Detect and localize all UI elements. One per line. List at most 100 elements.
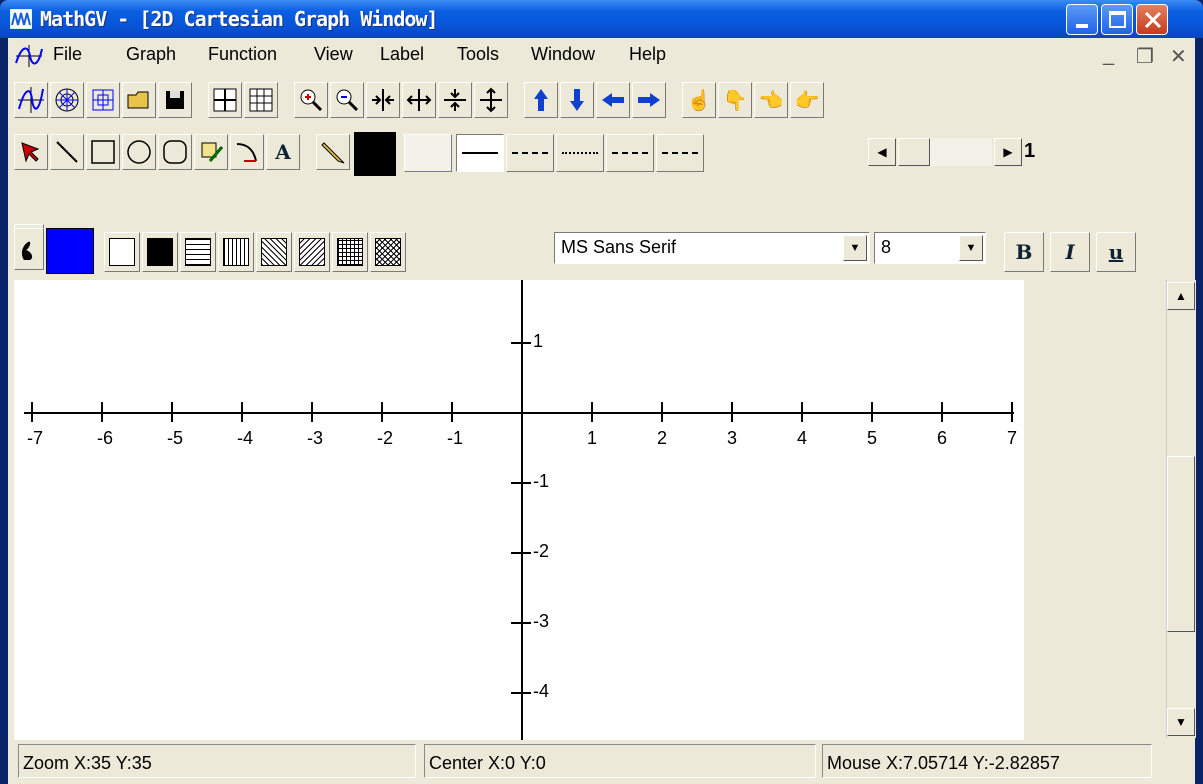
rectangle-tool-button[interactable] [86,134,120,170]
italic-icon: I [1065,240,1075,264]
line-style-dash[interactable] [506,134,554,172]
pattern-diagcross[interactable] [370,232,406,272]
hand-right-button[interactable]: 👉 [790,82,824,118]
rounded-rect-icon [163,140,187,164]
pan-left-button[interactable] [596,82,630,118]
fill-color-swatch[interactable] [46,228,94,274]
new-3d-graph-button[interactable] [86,82,120,118]
grid-labels-button[interactable] [244,82,278,118]
y-tick [511,342,531,344]
scroll-up-button[interactable]: ▲ [1167,282,1195,310]
x-tick [451,402,453,422]
menu-graph[interactable]: Graph [126,44,176,65]
italic-button[interactable]: I [1050,232,1090,272]
mdi-minimize-button[interactable]: _ [1103,44,1114,67]
status-zoom: Zoom X:35 Y:35 [18,744,416,778]
select-tool-button[interactable] [14,134,48,170]
line-style-dashdot[interactable] [606,134,654,172]
y-shrink-button[interactable] [438,82,472,118]
line-tool-button[interactable] [50,134,84,170]
x-tick-label: -3 [307,428,324,448]
menu-tools[interactable]: Tools [457,44,499,65]
title-bar[interactable]: MathGV - [2D Cartesian Graph Window] [0,0,1203,38]
zoom-out-button[interactable] [330,82,364,118]
zoom-in-icon [300,89,323,112]
fill-tool-button[interactable] [14,228,44,270]
x-tick [171,402,173,422]
maximize-button[interactable] [1101,4,1133,35]
width-increase-button[interactable]: ▶ [994,138,1022,166]
menu-view[interactable]: View [314,44,353,65]
minimize-button[interactable] [1066,4,1098,35]
x-tick [101,402,103,422]
chevron-down-icon[interactable]: ▼ [843,235,867,261]
curve-tool-button[interactable] [230,134,264,170]
select-arrow-icon [21,142,40,163]
line-style-solid[interactable] [456,134,504,172]
x-tick-label: -2 [377,428,394,448]
close-icon [1144,11,1162,29]
line-style-dashdotdot[interactable] [656,134,704,172]
x-tick [311,402,313,422]
x-tick [31,402,33,422]
pencil-tool-button[interactable] [316,134,350,170]
width-scroll-track[interactable] [930,138,992,166]
x-expand-button[interactable] [402,82,436,118]
pattern-solid[interactable] [142,232,178,272]
window-title: MathGV - [2D Cartesian Graph Window] [40,7,438,31]
font-size-select[interactable]: 8 ▼ [874,232,986,264]
menu-function[interactable]: Function [208,44,277,65]
open-button[interactable] [122,82,156,118]
mdi-child-icon[interactable] [14,43,44,69]
underline-button[interactable]: u [1096,232,1136,272]
new-polar-graph-button[interactable] [50,82,84,118]
y-axis [521,280,523,740]
pan-down-icon [570,89,584,111]
bold-button[interactable]: B [1004,232,1044,272]
scroll-down-button[interactable]: ▼ [1167,708,1195,736]
vertical-scrollbar[interactable]: ▲ ▼ [1166,280,1196,738]
x-tick [871,402,873,422]
menu-window[interactable]: Window [531,44,595,65]
zoom-in-button[interactable] [294,82,328,118]
grid-icon [213,88,237,112]
pattern-horizontal[interactable] [180,232,216,272]
pattern-cross[interactable] [332,232,368,272]
mdi-restore-button[interactable]: ❐ [1136,44,1154,69]
graph-canvas[interactable]: -7 -6 -5 -4 -3 -2 -1 1 2 3 4 5 6 7 1 -1 -2 -3 -4 [14,280,1024,740]
rounded-rect-tool-button[interactable] [158,134,192,170]
width-decrease-button[interactable]: ◀ [868,138,896,166]
new-2d-graph-button[interactable] [14,82,48,118]
pan-right-button[interactable] [632,82,666,118]
line-style-dot[interactable] [556,134,604,172]
pattern-fdiagonal[interactable] [256,232,292,272]
pattern-hollow[interactable] [104,232,140,272]
line-style-none[interactable] [404,134,452,172]
menu-label[interactable]: Label [380,44,424,65]
text-tool-button[interactable]: A [266,134,300,170]
pattern-vertical[interactable] [218,232,254,272]
menu-file[interactable]: File [53,44,82,65]
pan-up-button[interactable] [524,82,558,118]
hand-left-button[interactable]: 👈 [754,82,788,118]
pattern-bdiagonal[interactable] [294,232,330,272]
close-button[interactable] [1136,4,1168,35]
ellipse-tool-button[interactable] [122,134,156,170]
scroll-thumb[interactable] [1167,456,1195,632]
triangle-up-icon: ▲ [1175,289,1187,303]
grid-button[interactable] [208,82,242,118]
app-icon[interactable] [10,9,32,29]
y-expand-button[interactable] [474,82,508,118]
menu-help[interactable]: Help [629,44,666,65]
x-shrink-button[interactable] [366,82,400,118]
edit-tool-button[interactable] [194,134,228,170]
hand-up-button[interactable]: ☝ [682,82,716,118]
save-button[interactable] [158,82,192,118]
font-name-select[interactable]: MS Sans Serif ▼ [554,232,870,264]
line-color-swatch[interactable] [354,132,396,176]
chevron-down-icon[interactable]: ▼ [959,235,983,261]
width-scroll-thumb[interactable] [898,138,930,166]
pan-down-button[interactable] [560,82,594,118]
mdi-close-button[interactable]: ✕ [1170,44,1187,69]
hand-down-button[interactable]: 👇 [718,82,752,118]
